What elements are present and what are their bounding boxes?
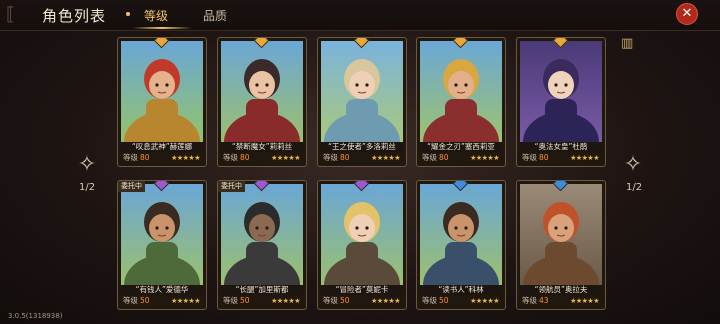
character-portrait bbox=[321, 41, 403, 142]
page-indicator-left: 1/2 bbox=[79, 182, 96, 193]
level-label: 等级 bbox=[323, 296, 338, 305]
tab-quality[interactable]: 品质 bbox=[203, 7, 227, 24]
star-rating-icon: ★★★★★ bbox=[570, 154, 599, 162]
character-card[interactable]: 委托中 “有钱人”爱德华 等级 50 ★★★★★ bbox=[117, 180, 207, 310]
character-portrait bbox=[420, 184, 502, 285]
character-name: “禁断魔女”莉莉丝 bbox=[221, 142, 303, 152]
character-card[interactable]: “奥法女皇”杜鹃 等级 80 ★★★★★ bbox=[516, 37, 606, 167]
level-value: 80 bbox=[240, 153, 250, 162]
tab-level[interactable]: 等级 bbox=[144, 7, 168, 24]
level-value: 80 bbox=[539, 153, 549, 162]
character-name: “长腿”加里斯都 bbox=[221, 285, 303, 295]
page-indicator-right: 1/2 bbox=[626, 182, 643, 193]
filter-icon[interactable]: ▥ bbox=[621, 36, 635, 51]
character-card[interactable]: “叹息武神”赫莲娜 等级 80 ★★★★★ bbox=[117, 37, 207, 167]
level-row: 等级 80 ★★★★★ bbox=[121, 152, 203, 164]
ornament-icon: ⟦ bbox=[6, 4, 15, 25]
level-value: 50 bbox=[140, 296, 150, 305]
character-portrait bbox=[520, 184, 602, 285]
tab-indicator-dot bbox=[126, 12, 130, 16]
star-rating-icon: ★★★★★ bbox=[470, 297, 499, 305]
level-value: 43 bbox=[539, 296, 549, 305]
level-value: 80 bbox=[439, 153, 449, 162]
character-name: “冒险者”莫妮卡 bbox=[321, 285, 403, 295]
character-name: “叹息武神”赫莲娜 bbox=[121, 142, 203, 152]
character-name: “奥法女皇”杜鹃 bbox=[520, 142, 602, 152]
page-title: 角色列表 bbox=[42, 7, 107, 25]
top-bar bbox=[0, 0, 720, 31]
character-card[interactable]: “王之使者”多洛莉丝 等级 80 ★★★★★ bbox=[317, 37, 407, 167]
level-label: 等级 bbox=[522, 296, 537, 305]
character-portrait bbox=[121, 184, 203, 285]
close-icon[interactable]: ✕ bbox=[676, 3, 698, 25]
level-row: 等级 50 ★★★★★ bbox=[321, 295, 403, 307]
character-name: “耀金之刃”塞西莉亚 bbox=[420, 142, 502, 152]
status-badge: 委托中 bbox=[218, 181, 245, 192]
prev-page-arrow-icon[interactable]: ✧ bbox=[74, 152, 100, 178]
character-portrait bbox=[221, 41, 303, 142]
character-card[interactable]: “读书人”科林 等级 50 ★★★★★ bbox=[416, 180, 506, 310]
level-row: 等级 50 ★★★★★ bbox=[420, 295, 502, 307]
level-label: 等级 bbox=[123, 296, 138, 305]
version-label: 3.0.5(1318938) bbox=[8, 312, 63, 320]
star-rating-icon: ★★★★★ bbox=[570, 297, 599, 305]
level-label: 等级 bbox=[323, 153, 338, 162]
star-rating-icon: ★★★★★ bbox=[371, 297, 400, 305]
level-row: 等级 80 ★★★★★ bbox=[520, 152, 602, 164]
character-card[interactable]: “禁断魔女”莉莉丝 等级 80 ★★★★★ bbox=[217, 37, 307, 167]
character-card[interactable]: “冒险者”莫妮卡 等级 50 ★★★★★ bbox=[317, 180, 407, 310]
level-label: 等级 bbox=[422, 296, 437, 305]
level-label: 等级 bbox=[223, 153, 238, 162]
level-row: 等级 80 ★★★★★ bbox=[321, 152, 403, 164]
character-card[interactable]: 委托中 “长腿”加里斯都 等级 50 ★★★★★ bbox=[217, 180, 307, 310]
character-portrait bbox=[520, 41, 602, 142]
character-portrait bbox=[420, 41, 502, 142]
character-name: “读书人”科林 bbox=[420, 285, 502, 295]
character-portrait bbox=[321, 184, 403, 285]
level-value: 50 bbox=[240, 296, 250, 305]
level-row: 等级 43 ★★★★★ bbox=[520, 295, 602, 307]
character-portrait bbox=[121, 41, 203, 142]
star-rating-icon: ★★★★★ bbox=[470, 154, 499, 162]
level-row: 等级 80 ★★★★★ bbox=[221, 152, 303, 164]
star-rating-icon: ★★★★★ bbox=[371, 154, 400, 162]
level-row: 等级 50 ★★★★★ bbox=[221, 295, 303, 307]
level-value: 50 bbox=[439, 296, 449, 305]
character-name: “领航员”奥拉夫 bbox=[520, 285, 602, 295]
star-rating-icon: ★★★★★ bbox=[171, 154, 200, 162]
character-portrait bbox=[221, 184, 303, 285]
character-card[interactable]: “耀金之刃”塞西莉亚 等级 80 ★★★★★ bbox=[416, 37, 506, 167]
level-row: 等级 50 ★★★★★ bbox=[121, 295, 203, 307]
level-row: 等级 80 ★★★★★ bbox=[420, 152, 502, 164]
star-rating-icon: ★★★★★ bbox=[171, 297, 200, 305]
star-rating-icon: ★★★★★ bbox=[271, 154, 300, 162]
character-card[interactable]: “领航员”奥拉夫 等级 43 ★★★★★ bbox=[516, 180, 606, 310]
level-value: 80 bbox=[140, 153, 150, 162]
character-name: “王之使者”多洛莉丝 bbox=[321, 142, 403, 152]
level-value: 50 bbox=[340, 296, 350, 305]
level-value: 80 bbox=[340, 153, 350, 162]
level-label: 等级 bbox=[223, 296, 238, 305]
level-label: 等级 bbox=[422, 153, 437, 162]
status-badge: 委托中 bbox=[118, 181, 145, 192]
tab-underline bbox=[132, 27, 192, 29]
level-label: 等级 bbox=[522, 153, 537, 162]
level-label: 等级 bbox=[123, 153, 138, 162]
next-page-arrow-icon[interactable]: ✧ bbox=[620, 152, 646, 178]
character-name: “有钱人”爱德华 bbox=[121, 285, 203, 295]
star-rating-icon: ★★★★★ bbox=[271, 297, 300, 305]
